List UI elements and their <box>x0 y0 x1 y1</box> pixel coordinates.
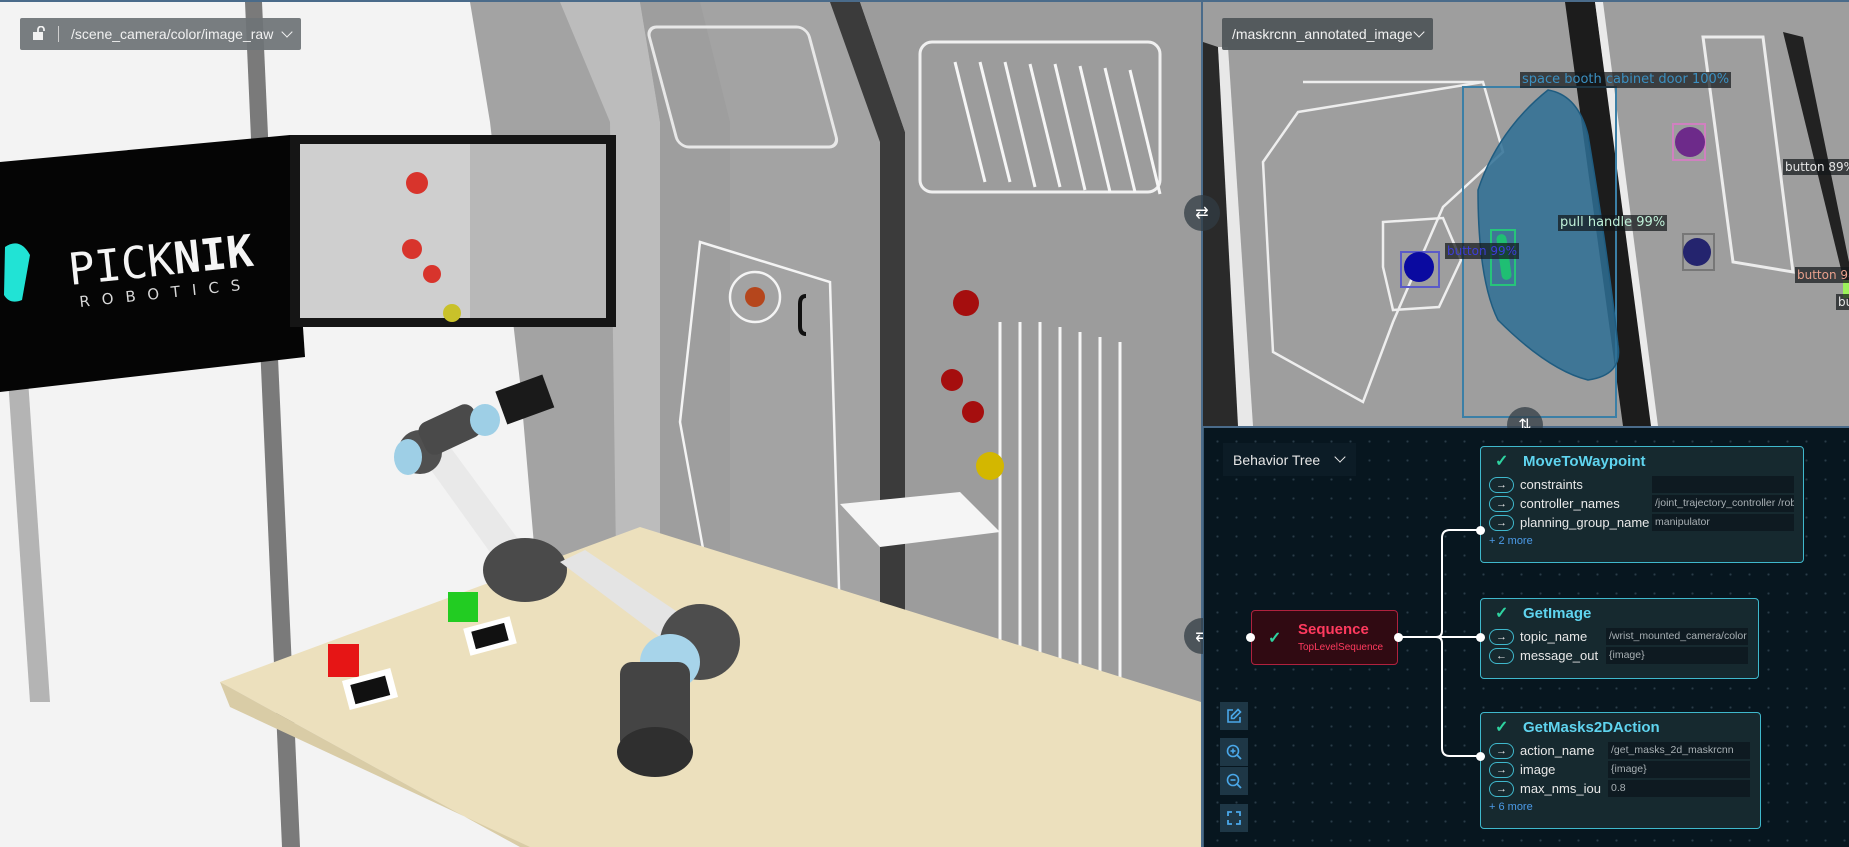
input-port-icon[interactable]: → <box>1489 761 1514 778</box>
fit-view-icon <box>1227 811 1241 825</box>
input-port-icon[interactable]: → <box>1489 780 1514 797</box>
detection-label: button 89% <box>1783 159 1849 175</box>
edge-getmasks <box>1398 636 1480 757</box>
port-value-field[interactable]: /wrist_mounted_camera/color <box>1606 628 1748 645</box>
chevron-down-icon <box>1412 25 1425 38</box>
sequence-node[interactable]: ✓ Sequence TopLevelSequence <box>1251 610 1398 665</box>
check-icon: ✓ <box>1268 630 1282 647</box>
port-value-field[interactable]: 0.8 <box>1608 780 1750 797</box>
swap-panes-button[interactable]: ⇄ <box>1184 195 1220 231</box>
input-port-icon[interactable]: → <box>1489 514 1514 531</box>
check-icon: ✓ <box>1495 719 1509 736</box>
port-name: action_name <box>1520 743 1595 758</box>
check-icon: ✓ <box>1495 453 1509 470</box>
port-value-field[interactable]: /get_masks_2d_maskrcnn <box>1608 742 1750 759</box>
input-port-icon[interactable]: → <box>1489 495 1514 512</box>
zoom-in-icon <box>1226 744 1242 760</box>
input-handle[interactable] <box>1476 752 1485 761</box>
node-title: GetImage <box>1523 604 1592 622</box>
edge-moveto <box>1398 529 1480 638</box>
scene-camera-image: PICKNIK ROBOTICS <box>0 2 1201 847</box>
input-handle[interactable] <box>1476 633 1485 642</box>
scene-camera-view: PICKNIK ROBOTICS /scene_camera/color/ima… <box>0 2 1201 847</box>
node-title: GetMasks2DAction <box>1523 718 1660 736</box>
node-get-image[interactable]: ✓ GetImage → topic_name ← message_out /wris… <box>1480 598 1759 679</box>
maskrcnn-view: space booth cabinet door 100% pull handl… <box>1203 2 1849 426</box>
sequence-subtitle: TopLevelSequence <box>1298 642 1384 653</box>
detection-label: pull handle 99% <box>1558 215 1668 231</box>
port-name: controller_names <box>1520 496 1620 511</box>
detection-label: button 99% <box>1445 243 1520 259</box>
app-root: PICKNIK ROBOTICS /scene_camera/color/ima… <box>0 0 1849 847</box>
node-title: MoveToWaypoint <box>1523 452 1646 470</box>
port-value-field[interactable]: {image} <box>1606 647 1748 664</box>
mask-topic-label: /maskrcnn_annotated_image <box>1232 26 1413 42</box>
camera-topic-selector[interactable]: /scene_camera/color/image_raw <box>20 18 302 50</box>
zoom-out-icon <box>1226 773 1242 789</box>
detection-label: space booth cabinet door 100% <box>1520 72 1732 88</box>
node-move-to-waypoint[interactable]: ✓ MoveToWaypoint → constraints → controller… <box>1480 446 1804 563</box>
input-port-icon[interactable]: → <box>1489 476 1514 493</box>
port-name: image <box>1520 762 1556 777</box>
port-value-field[interactable]: manipulator <box>1652 514 1794 531</box>
output-port-icon[interactable]: ← <box>1489 647 1514 664</box>
behavior-tree-panel: Behavior Tree ✓ Sequence TopLevelSequenc… <box>1203 428 1849 847</box>
port-name: topic_name <box>1520 629 1588 644</box>
input-handle[interactable] <box>1246 633 1255 642</box>
check-icon: ✓ <box>1495 605 1509 622</box>
node-get-masks-2d-action[interactable]: ✓ GetMasks2DAction → action_name → image → m… <box>1480 712 1761 829</box>
input-handle[interactable] <box>1476 526 1485 535</box>
port-name: constraints <box>1520 477 1583 492</box>
zoom-in-button[interactable] <box>1220 738 1248 766</box>
detection-label: bu <box>1836 294 1849 310</box>
swap-horizontal-icon: ⇄ <box>1195 205 1209 222</box>
edit-button[interactable] <box>1220 702 1248 730</box>
more-ports-link[interactable]: + 6 more <box>1481 801 1760 813</box>
sequence-title: Sequence <box>1298 621 1369 638</box>
edit-icon <box>1227 708 1242 723</box>
input-port-icon[interactable]: → <box>1489 742 1514 759</box>
port-name: max_nms_iou <box>1520 781 1601 796</box>
fit-view-button[interactable] <box>1220 804 1248 832</box>
camera-topic-label: /scene_camera/color/image_raw <box>71 26 274 42</box>
chevron-down-icon <box>281 25 293 38</box>
port-name: message_out <box>1520 648 1599 663</box>
mask-topic-selector[interactable]: /maskrcnn_annotated_image <box>1222 18 1433 50</box>
port-value-field[interactable]: /joint_trajectory_controller /robot <box>1652 495 1794 512</box>
chip-separator <box>58 26 59 42</box>
detection-label: button 98 <box>1795 267 1849 283</box>
input-port-icon[interactable]: → <box>1489 628 1514 645</box>
port-value-field[interactable]: {image} <box>1608 761 1750 778</box>
zoom-out-button[interactable] <box>1220 767 1248 795</box>
port-name: planning_group_name <box>1520 515 1650 530</box>
port-value-field[interactable] <box>1652 476 1794 493</box>
output-handle[interactable] <box>1394 633 1403 642</box>
maskrcnn-image <box>1203 2 1849 426</box>
more-ports-link[interactable]: + 2 more <box>1481 535 1803 547</box>
unlock-icon[interactable] <box>32 25 46 43</box>
